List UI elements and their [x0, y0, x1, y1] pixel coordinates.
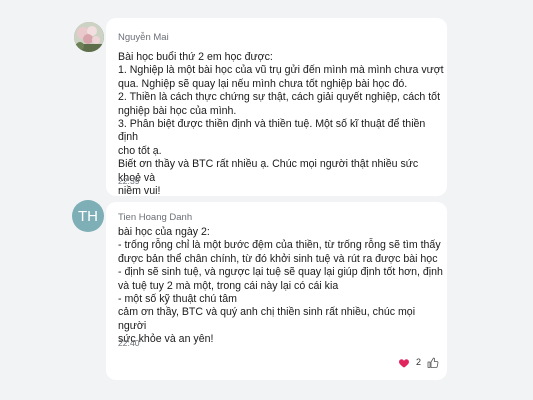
message-line: được bản thể chân chính, từ đó khởi sinh… [118, 252, 438, 265]
message-line: niềm vui! [118, 185, 161, 198]
message-bubble: Nguyễn Mai Bài học buổi thứ 2 em học đượ… [106, 18, 447, 198]
red-heart-icon[interactable] [398, 356, 410, 368]
message-line: nghiệp bài học của mình. [118, 104, 237, 117]
flower-photo-avatar [74, 22, 104, 52]
reaction-count: 2 [415, 357, 421, 367]
message-bubble: Tien Hoang Danh bài học của ngày 2: - tr… [106, 202, 447, 380]
avatar[interactable] [74, 22, 104, 52]
message-timestamp: 22:39 [118, 176, 140, 186]
message-line: 2. Thiền là cách thực chứng sự thật, các… [118, 91, 441, 104]
message-line: cảm ơn thầy, BTC và quý anh chị thiền si… [118, 306, 416, 332]
message-line: sức khỏe và an yên! [118, 333, 214, 346]
message-line: - định sẽ sinh tuệ, và ngược lại tuệ sẽ … [118, 266, 443, 279]
message-line: bài học của ngày 2: [118, 226, 210, 238]
message-line: Bài học buổi thứ 2 em học được: [118, 51, 273, 63]
sender-name[interactable]: Nguyễn Mai [118, 32, 169, 43]
message-line: qua. Nghiệp sẽ quay lại nếu mình chưa tố… [118, 77, 408, 90]
message-timestamp: 22:40 [118, 338, 140, 348]
avatar-initials: TH [78, 207, 98, 225]
message-line: - một số kỹ thuật chú tâm [118, 293, 237, 306]
message-line: 3. Phân biệt được thiền định và thiền tu… [118, 118, 426, 144]
message-text: bài học của ngày 2: - trống rỗng chỉ là … [118, 226, 444, 347]
message-text: Bài học buổi thứ 2 em học được: 1. Nghiệ… [118, 51, 444, 198]
sender-name[interactable]: Tien Hoang Danh [118, 212, 192, 223]
reactions-bar: 2 [398, 356, 439, 368]
thumbs-up-icon[interactable] [427, 356, 439, 368]
message-line: - trống rỗng chỉ là một bước đệm của thi… [118, 239, 441, 252]
message-line: cho tốt ạ. [118, 144, 162, 157]
message-line: và tuệ tuy 2 mà một, trong cái này lại c… [118, 279, 339, 292]
avatar[interactable]: TH [72, 200, 104, 232]
message-line: 1. Nghiệp là một bài học của vũ trụ gửi … [118, 64, 444, 77]
message-line: Biết ơn thầy và BTC rất nhiều ạ. Chúc mọ… [118, 158, 419, 184]
